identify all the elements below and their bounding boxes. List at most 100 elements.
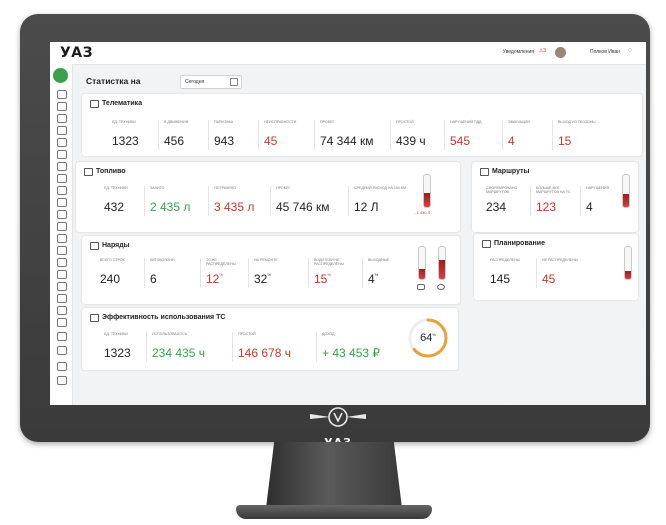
metric-mileage: ПРОБЕГ 74 344 км	[320, 120, 374, 148]
fuel-icon	[84, 168, 93, 176]
sidebar-item-calendar[interactable]	[57, 162, 67, 171]
metric-evacuation: ЭВАКУАЦИЯ 4	[508, 120, 530, 148]
divider	[536, 258, 537, 288]
monitor-frame: УАЗ Уведомления ⚠3 Полков Иван ○ Статист…	[20, 14, 650, 449]
sidebar-item-archive[interactable]	[57, 270, 67, 279]
divider	[208, 120, 209, 150]
sidebar-item-geozones[interactable]	[57, 222, 67, 231]
metric-orders-columns: АВТОКОЛОНН 6	[150, 258, 175, 286]
sidebar-item-analytics[interactable]	[57, 246, 67, 255]
efficiency-percent: 64%	[420, 332, 436, 344]
metric-eff-idle: ПРОСТОЙ 146 678 ч	[238, 332, 291, 360]
sidebar-item-alerts[interactable]	[57, 198, 67, 207]
metric-orders-days-off: ВЫХОДНЫЕ 4%	[368, 258, 390, 286]
sidebar-item-help[interactable]	[57, 306, 67, 315]
divider	[208, 186, 209, 216]
sidebar-item-settings[interactable]	[57, 210, 67, 219]
divider	[348, 186, 349, 216]
sidebar-item-drivers[interactable]	[57, 150, 67, 159]
divider	[248, 258, 249, 288]
sidebar-item-users[interactable]	[57, 258, 67, 267]
divider	[314, 120, 315, 150]
notifications-badge[interactable]: ⚠3	[539, 48, 546, 54]
planning-title: Планирование	[494, 240, 545, 247]
chevron-down-icon[interactable]: ○	[628, 47, 632, 54]
metric-planning-assigned: РАСПРЕДЕЛЕНЫ 145	[490, 258, 520, 286]
notifications-count: 3	[543, 48, 546, 54]
metric-fuel-spent: ПОТРАЧЕНО 3 435 л	[214, 186, 255, 214]
divider	[552, 120, 553, 150]
app-screen: УАЗ Уведомления ⚠3 Полков Иван ○ Статист…	[50, 42, 646, 405]
divider	[270, 186, 271, 216]
sidebar-item-dashboard[interactable]	[53, 68, 68, 83]
divider	[316, 332, 317, 362]
sidebar-item-routes[interactable]	[57, 114, 67, 123]
metric-fuel-units: ЕД. ТЕХНИКИ 432	[104, 186, 128, 214]
sidebar-item-planning[interactable]	[57, 282, 67, 291]
metric-fuel-mileage: ПРОБЕГ 45 746 км	[276, 186, 330, 214]
date-select[interactable]: Сегодня	[180, 75, 242, 89]
user-name[interactable]: Полков Иван	[590, 49, 620, 55]
sidebar-item-documents[interactable]	[57, 234, 67, 243]
notifications-link[interactable]: Уведомления	[503, 49, 534, 55]
truck-icon	[417, 284, 425, 290]
telematics-card: Телематика ЕД. ТЕХНИКИ 1323 В ДВИЖЕНИИ 456…	[82, 94, 642, 156]
metric-orders-drivers: ВОДИТЕЛИ НЕ РАСПРЕДЕЛЕНЫ 15%	[314, 258, 344, 286]
planning-level-fill	[625, 271, 631, 279]
divider	[362, 258, 363, 288]
efficiency-card: Эффективность использования ТС ЕД. ТЕХНИ…	[82, 308, 458, 370]
sidebar-item-efficiency[interactable]	[57, 294, 67, 303]
sidebar-item-fuel[interactable]	[57, 126, 67, 135]
sidebar-item-menu[interactable]	[57, 376, 67, 385]
divider	[390, 120, 391, 150]
divider	[530, 186, 531, 216]
routes-level-fill	[623, 194, 629, 207]
efficiency-title: Эффективность использования ТС	[102, 314, 226, 321]
sidebar-item-repair[interactable]	[57, 174, 67, 183]
monitor-stand-base	[236, 505, 432, 519]
dashboard-content: Статистка на Сегодня Телематика ЕД. ТЕХН…	[76, 68, 642, 401]
divider	[444, 120, 445, 150]
telematics-title: Телематика	[102, 100, 143, 107]
fuel-title: Топливо	[96, 168, 126, 175]
calendar-icon[interactable]	[230, 78, 238, 86]
monitor-stand-neck	[266, 442, 402, 508]
date-select-value: Сегодня	[185, 79, 205, 85]
metric-fuel-filled: ЗАЛИТО 2 435 л	[150, 186, 191, 214]
divider	[146, 332, 147, 362]
sidebar-item-logout[interactable]	[57, 346, 67, 355]
sidebar-item-collapse[interactable]	[57, 362, 67, 371]
sidebar	[50, 64, 73, 405]
divider	[258, 120, 259, 150]
orders-level-gauge-b	[438, 246, 446, 280]
metric-routes-formed: СФОРМИРОВАНО МАРШРУТОВ 234	[486, 186, 518, 214]
sidebar-item-vehicles[interactable]	[57, 90, 67, 99]
divider	[580, 186, 581, 216]
orders-level-gauge-a	[418, 246, 426, 280]
metric-orders-repair: НА РЕМОНТЕ 32%	[254, 258, 278, 286]
sidebar-item-profile[interactable]	[57, 332, 67, 341]
metric-orders-unassigned: ТС НЕ РАСПРЕДЕЛЕНЫ 12%	[206, 258, 236, 286]
divider	[200, 258, 201, 288]
sidebar-item-more[interactable]	[57, 318, 67, 327]
sidebar-item-reports[interactable]	[57, 186, 67, 195]
telematics-icon	[90, 100, 99, 108]
brand-logo[interactable]: УАЗ	[60, 45, 93, 61]
sidebar-item-orders[interactable]	[57, 138, 67, 147]
orders-level-fill-b	[439, 259, 445, 279]
divider	[144, 258, 145, 288]
avatar[interactable]	[555, 47, 566, 58]
divider	[502, 120, 503, 150]
orders-icon	[90, 242, 99, 250]
metric-routes-per-vehicle: БОЛЬШЕ ВСЕ МАРШРУТОВ НА ТС 123	[536, 186, 571, 214]
metric-geozone-exit: ВЫХОД ИЗ ГЕОЗОНЫ 15	[558, 120, 596, 148]
metric-moving: В ДВИЖЕНИИ 456	[164, 120, 189, 148]
metric-eff-income: ДОХОД + 43 453 ₽	[322, 332, 381, 360]
routes-card: Маршруты СФОРМИРОВАНО МАРШРУТОВ 234 БОЛЬШ…	[472, 162, 638, 232]
fuel-level-gauge	[423, 174, 431, 208]
metric-parking: ПАРКОВКА 943	[214, 120, 235, 148]
sidebar-item-map[interactable]	[57, 102, 67, 111]
routes-level-gauge	[622, 174, 630, 208]
metric-idle: ПРОСТОЙ 439 ч	[396, 120, 426, 148]
planning-level-gauge	[624, 246, 632, 280]
